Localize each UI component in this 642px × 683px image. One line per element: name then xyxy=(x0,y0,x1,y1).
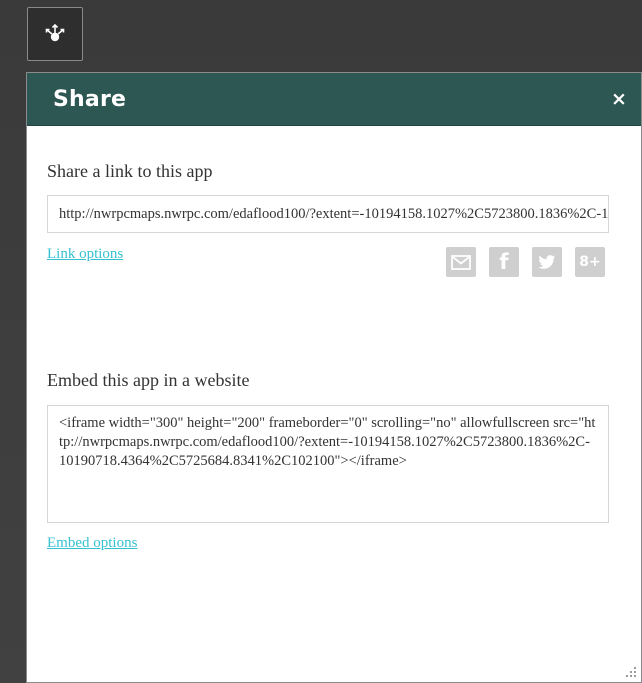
embed-options-link[interactable]: Embed options xyxy=(47,535,137,552)
share-panel: Share × Share a link to this app http://… xyxy=(26,72,642,683)
twitter-share-button[interactable] xyxy=(532,247,562,277)
share-link-label: Share a link to this app xyxy=(47,161,213,181)
twitter-icon xyxy=(538,254,556,269)
share-link-input[interactable]: http://nwrpcmaps.nwrpc.com/edaflood100/?… xyxy=(47,195,609,233)
facebook-icon: f xyxy=(499,250,509,274)
link-options-link[interactable]: Link options xyxy=(47,246,123,263)
panel-header: Share × xyxy=(27,73,641,126)
googleplus-icon: 8+ xyxy=(579,254,601,270)
close-icon: × xyxy=(611,88,627,110)
facebook-share-button[interactable]: f xyxy=(489,247,519,277)
resize-handle-icon[interactable] xyxy=(625,666,637,678)
panel-title: Share xyxy=(53,86,127,112)
embed-code-textarea[interactable]: <iframe width="300" height="200" framebo… xyxy=(47,405,609,523)
app-root: Share × Share a link to this app http://… xyxy=(0,0,642,683)
close-button[interactable]: × xyxy=(597,73,641,126)
embed-label: Embed this app in a website xyxy=(47,370,250,390)
email-share-button[interactable] xyxy=(446,247,476,277)
share-nodes-icon xyxy=(45,23,65,42)
social-share-row: f 8+ xyxy=(446,247,605,277)
email-icon xyxy=(451,254,471,270)
share-link-url: http://nwrpcmaps.nwrpc.com/edaflood100/?… xyxy=(59,205,609,222)
embed-code: <iframe width="300" height="200" framebo… xyxy=(59,415,596,469)
googleplus-share-button[interactable]: 8+ xyxy=(575,247,605,277)
share-widget-button[interactable] xyxy=(27,7,83,61)
